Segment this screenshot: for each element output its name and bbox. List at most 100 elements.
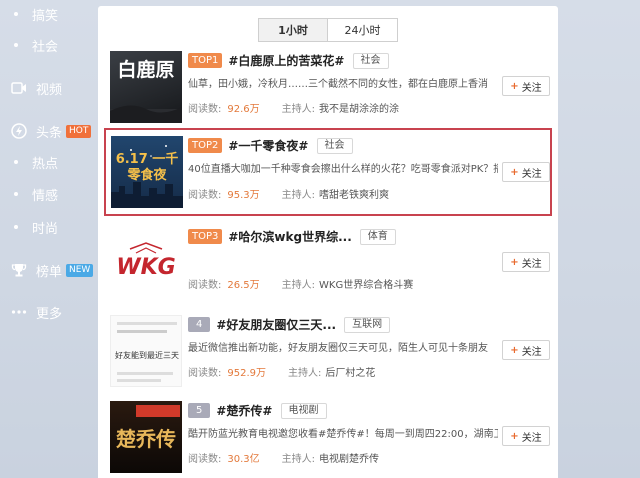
host-name[interactable]: 电视剧楚乔传 [319,454,379,465]
read-count: 95.3万 [227,190,260,201]
thumbnail-text: 白鹿原 [117,59,175,81]
category-tag[interactable]: 社会 [352,52,389,69]
reads-label: 阅读数: [188,280,222,291]
topic-title[interactable]: #白鹿原上的苦菜花# [228,52,344,69]
topic-item[interactable]: 好友能到最近三天 4 #好友朋友圈仅三天... 互联网 最近微信推出新功能，好友… [104,308,552,394]
topic-item[interactable]: WKG TOP3 #哈尔滨wkg世界综... 体育 阅读数: 26.5万 主持人: W… [104,220,552,306]
tab-24-hours[interactable]: 24小时 [328,18,398,42]
sidebar-item-label: 热点 [32,156,59,172]
follow-label: 关注 [521,346,542,358]
host-name[interactable]: WKG世界综合格斗赛 [319,280,413,291]
plus-icon: + [510,166,519,178]
follow-label: 关注 [521,168,542,180]
host-name[interactable]: 我不是胡涂涂的涂 [319,104,399,115]
plus-icon: + [510,80,519,92]
thumbnail-text: 楚乔传 [116,427,176,451]
read-count: 92.6万 [227,104,260,115]
sidebar-item-emotion[interactable]: 情感 [10,182,58,206]
topic-description: 仙草，田小娥，冷秋月……三个截然不同的女性，都在白鹿原上香消玉殒。 [188,79,488,90]
topic-description: 最近微信推出新功能，好友朋友圈仅三天可见，陌生人可见十条朋友圈， [188,343,488,354]
sidebar-item-fashion[interactable]: 时尚 [10,215,58,239]
reads-label: 阅读数: [188,190,222,201]
sidebar-item-label: 情感 [32,188,59,204]
sidebar-item-funny[interactable]: 搞笑 [10,2,58,26]
topic-title[interactable]: #一千零食夜# [228,137,308,154]
topic-thumbnail: 白鹿原 [110,51,182,123]
category-tag[interactable]: 互联网 [344,316,391,333]
read-count: 30.3亿 [227,454,260,465]
sidebar-item-label: 更多 [36,306,63,322]
reads-label: 阅读数: [188,368,222,379]
bullet-icon [14,160,18,164]
topic-title[interactable]: #楚乔传# [216,402,272,419]
sidebar-item-more[interactable]: 更多 [10,300,62,324]
sidebar-item-trending[interactable]: 热点 [10,150,58,174]
follow-label: 关注 [521,432,542,444]
category-tag[interactable]: 社会 [316,137,353,154]
sidebar-item-label: 社会 [32,39,59,55]
host-label: 主持人: [281,280,316,291]
rank-badge: 5 [188,403,211,418]
rank-badge: 4 [188,317,211,332]
sidebar-item-label: 时尚 [32,221,59,237]
host-label: 主持人: [281,104,316,115]
host-label: 主持人: [281,454,316,465]
plus-icon: + [510,430,519,442]
sidebar-item-video[interactable]: 视频 [10,76,62,100]
sidebar-item-label: 榜单 [36,264,63,280]
bullet-icon [14,43,18,47]
read-count: 26.5万 [227,280,260,291]
sidebar-item-headlines[interactable]: 头条 HOT [10,119,92,143]
plus-icon: + [510,344,519,356]
follow-label: 关注 [521,258,542,270]
bullet-icon [14,192,18,196]
reads-label: 阅读数: [188,104,222,115]
sidebar: 搞笑 社会 视频 头条 HOT 热点 情感 时尚 榜单 NEW 更多 [0,0,100,478]
bullet-icon [14,225,18,229]
topic-item-selected[interactable]: 6.17 一千零食夜 TOP2 #一千零食夜# 社会 40位直播大咖加一千种零食… [104,128,552,216]
thumbnail-text: 好友能到最近三天 [115,351,179,360]
host-name[interactable]: 嗜甜老铁爽利爽 [319,190,389,201]
hot-badge: HOT [66,124,92,138]
plus-icon: + [510,256,519,268]
follow-button[interactable]: + 关注 [502,340,550,360]
topic-title[interactable]: #好友朋友圈仅三天... [216,316,336,333]
topic-title[interactable]: #哈尔滨wkg世界综... [228,228,351,245]
bullet-icon [14,12,18,16]
topic-stats: 阅读数: 92.6万 主持人: 我不是胡涂涂的涂 [188,100,399,115]
follow-button[interactable]: + 关注 [502,426,550,446]
follow-button[interactable]: + 关注 [502,162,550,182]
category-tag[interactable]: 电视剧 [280,402,327,419]
ellipsis-icon [10,303,28,321]
rank-badge: TOP1 [188,53,223,68]
hot-topics-panel: 1小时 24小时 白鹿原 TOP1 #白鹿原上的苦菜花# 社会 仙草，田小娥，冷… [98,6,558,478]
video-icon [10,79,28,97]
sidebar-item-label: 头条 [36,125,63,141]
topic-stats: 阅读数: 952.9万 主持人: 后厂村之花 [188,364,375,379]
reads-label: 阅读数: [188,454,222,465]
follow-button[interactable]: + 关注 [502,252,550,272]
lightning-icon [10,122,28,140]
topic-item[interactable]: 楚乔传 5 #楚乔传# 电视剧 酷开防蓝光教育电视邀您收看#楚乔传#！每周一到周… [104,394,552,478]
topic-thumbnail: 楚乔传 [110,401,182,473]
topic-thumbnail: 6.17 一千零食夜 [111,136,183,208]
read-count: 952.9万 [227,368,267,379]
rank-badge: TOP3 [188,229,223,244]
topic-stats: 阅读数: 30.3亿 主持人: 电视剧楚乔传 [188,450,379,465]
topic-item[interactable]: 白鹿原 TOP1 #白鹿原上的苦菜花# 社会 仙草，田小娥，冷秋月……三个截然不… [104,44,552,130]
topic-thumbnail: 好友能到最近三天 [110,315,182,387]
sidebar-item-rankings[interactable]: 榜单 NEW [10,258,94,282]
sidebar-item-society[interactable]: 社会 [10,33,58,57]
host-name[interactable]: 后厂村之花 [325,368,375,379]
rank-badge: TOP2 [188,138,223,153]
topic-description: 酷开防蓝光教育电视邀您收看#楚乔传#！每周一到周四22:00，湖南卫视 [188,429,498,440]
topic-stats: 阅读数: 26.5万 主持人: WKG世界综合格斗赛 [188,276,413,291]
tab-1-hour[interactable]: 1小时 [258,18,328,42]
topic-stats: 阅读数: 95.3万 主持人: 嗜甜老铁爽利爽 [188,186,389,201]
host-label: 主持人: [281,190,316,201]
topic-description: 40位直播大咖加一千种零食会擦出什么样的火花？吃哥零食派对PK？播出 [188,164,498,175]
follow-label: 关注 [521,82,542,94]
follow-button[interactable]: + 关注 [502,76,550,96]
sidebar-item-label: 搞笑 [32,8,59,24]
category-tag[interactable]: 体育 [359,228,396,245]
